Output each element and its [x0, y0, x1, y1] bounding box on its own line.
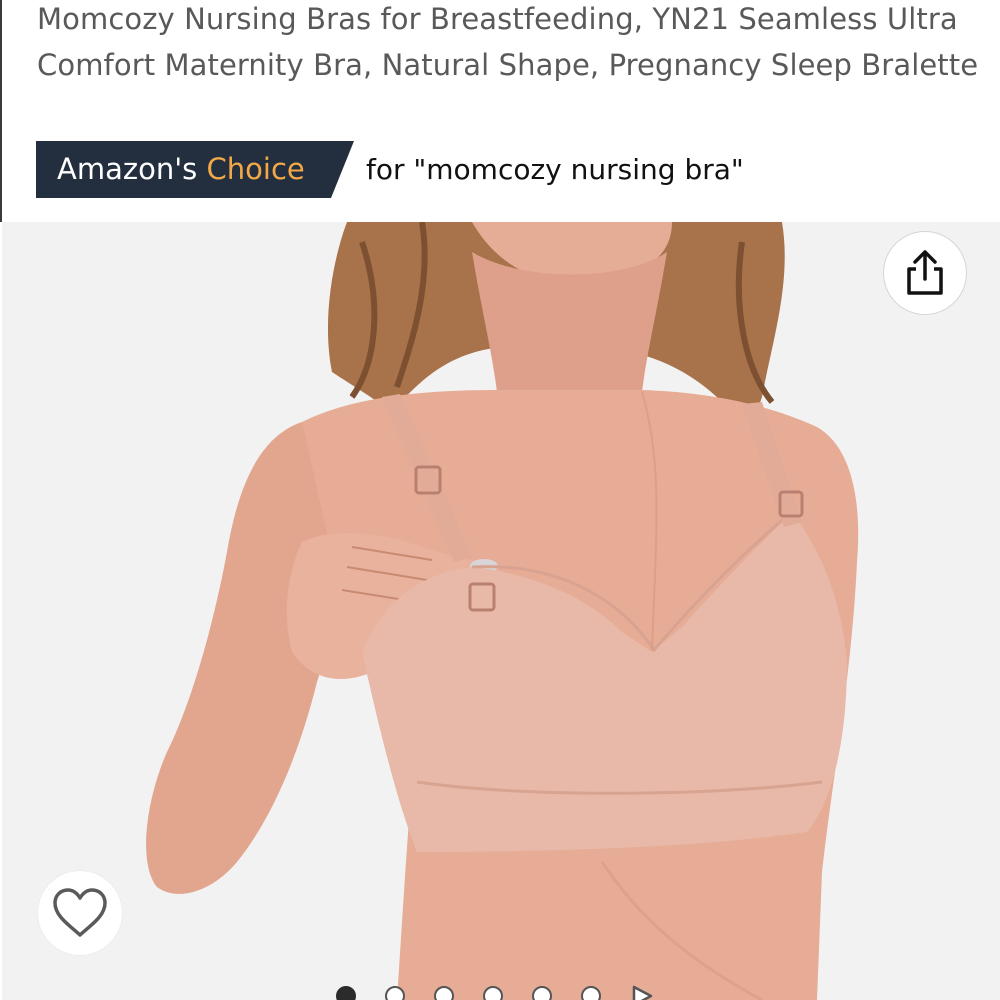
carousel-dot[interactable] [385, 986, 405, 1000]
product-page: Momcozy Nursing Bras for Breastfeeding, … [0, 0, 1000, 1000]
badge-prefix: Amazon's [57, 152, 198, 186]
carousel-dot[interactable] [581, 986, 601, 1000]
amazons-choice-row[interactable]: Amazon's Choice for "momcozy nursing bra… [36, 140, 744, 198]
carousel-dot[interactable] [336, 986, 356, 1000]
badge-highlight: Choice [206, 152, 305, 186]
carousel-dot[interactable] [532, 986, 552, 1000]
share-button[interactable] [883, 231, 967, 315]
add-to-wishlist-button[interactable] [38, 871, 122, 955]
amazons-choice-badge[interactable]: Amazon's Choice [36, 140, 354, 198]
product-title: Momcozy Nursing Bras for Breastfeeding, … [37, 2, 979, 82]
play-icon[interactable] [630, 985, 654, 1000]
heart-icon [53, 888, 107, 937]
left-edge-divider [0, 0, 2, 222]
product-image-gallery[interactable] [2, 222, 1000, 1000]
carousel-dot[interactable] [434, 986, 454, 1000]
carousel-indicator[interactable] [336, 985, 654, 1000]
product-image[interactable] [2, 222, 1000, 1000]
carousel-dot[interactable] [483, 986, 503, 1000]
share-icon [907, 250, 943, 295]
badge-label: Amazon's Choice [57, 152, 305, 186]
badge-query-text: for "momcozy nursing bra" [366, 152, 744, 186]
